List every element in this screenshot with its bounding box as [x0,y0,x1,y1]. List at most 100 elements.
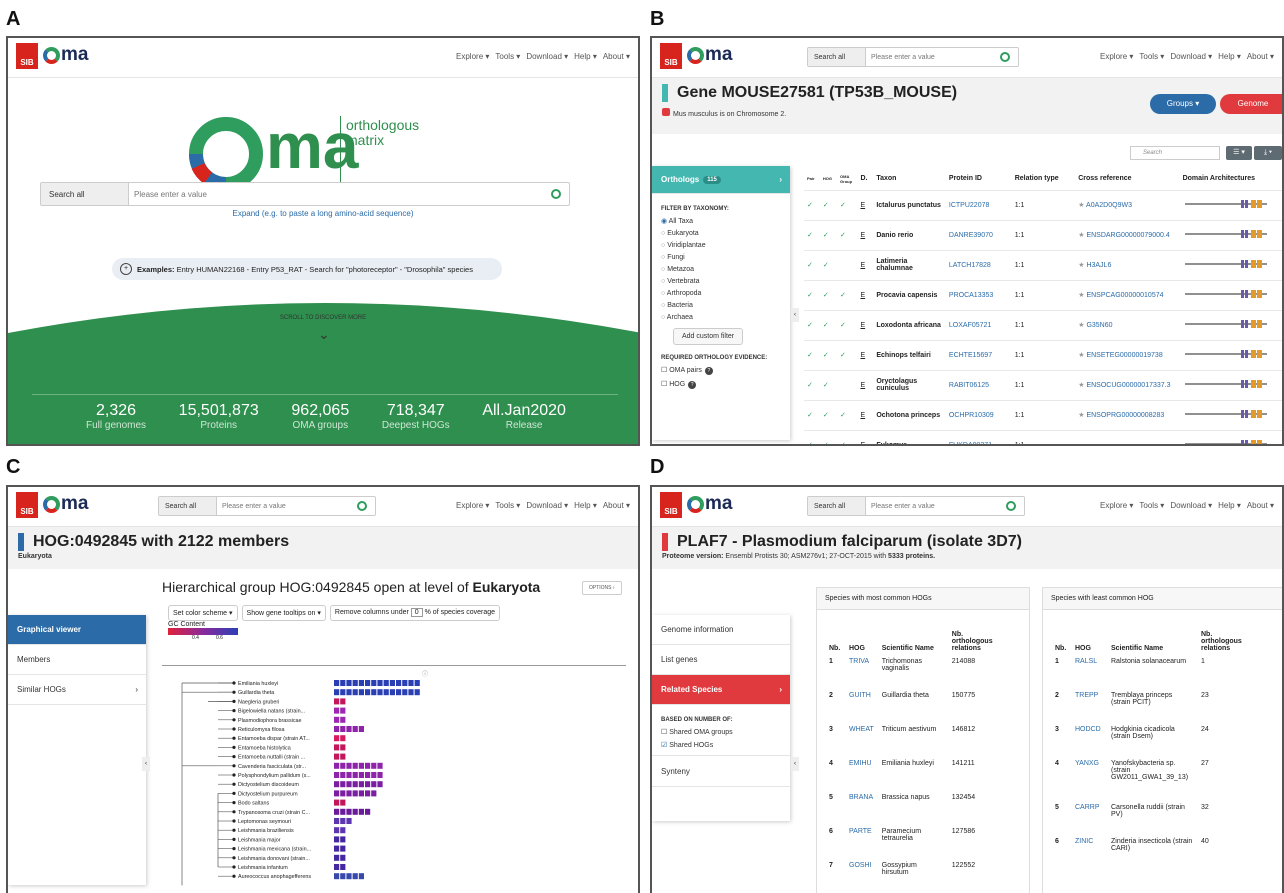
gene-box[interactable] [365,790,371,797]
gene-box[interactable] [334,845,340,852]
gene-box[interactable] [352,772,358,778]
oma-logo[interactable]: SIB ma [660,492,732,518]
nav-item-help[interactable]: Help ▾ [574,501,597,510]
protein-id-link[interactable]: FUKDA00271 [945,430,1012,444]
gene-box[interactable] [346,762,352,769]
add-custom-filter-button[interactable]: Add custom filter [673,328,744,345]
tree-leaf[interactable]: Leishmania donovani (strain... [218,854,346,862]
gene-box[interactable] [346,680,352,686]
gene-box[interactable] [334,772,340,778]
gene-box[interactable] [346,873,352,880]
gene-box[interactable] [340,827,346,834]
taxon-radio-eukaryota[interactable]: ○ Eukaryota [661,230,781,237]
examples-links[interactable]: Entry HUMAN22168 - Entry P53_RAT - Searc… [177,265,473,274]
gene-box[interactable] [383,680,389,686]
xref-link[interactable]: ENSETEG00000019738 [1086,352,1162,359]
gene-box[interactable] [371,781,377,788]
gene-box[interactable] [340,698,346,705]
xref-link[interactable]: A0A2D0Q9W3 [1086,202,1132,209]
hog-code-link[interactable]: YANXG [1071,760,1107,804]
gene-box[interactable] [334,698,340,705]
gene-box[interactable] [358,689,364,696]
hog-code-link[interactable]: RALSL [1071,658,1107,692]
gene-box[interactable] [340,845,346,852]
gene-box[interactable] [334,790,340,797]
tree-leaf[interactable]: Emiliania huxleyi [218,680,420,687]
gene-box[interactable] [358,781,364,788]
sidebar-item-related-species[interactable]: Related Species › [652,675,790,705]
nav-item-download[interactable]: Download ▾ [1170,501,1212,510]
column-header[interactable]: Domain Architectures [1179,168,1282,191]
hog-code-link[interactable]: PARTE [845,828,878,862]
gene-box[interactable] [340,873,346,880]
gene-box[interactable] [377,680,383,686]
taxon-radio-metazoa[interactable]: ○ Metazoa [661,266,781,273]
gene-box[interactable] [352,762,358,769]
gene-box[interactable] [377,772,383,778]
table-search-input[interactable]: Search [1130,146,1220,160]
gene-box[interactable] [340,726,346,732]
protein-id-link[interactable]: RABIT06125 [945,370,1012,401]
gene-box[interactable] [365,781,371,788]
gene-box[interactable] [371,772,377,778]
gene-box[interactable] [358,790,364,797]
search-mode-select[interactable]: Search all [159,497,217,515]
gene-box[interactable] [334,827,340,834]
tree-leaf[interactable]: Aureococcus anophagefferens [218,873,364,880]
shared-hogs-checkbox[interactable]: ☑ Shared HOGs [661,741,781,749]
hog-code-link[interactable]: HODCD [1071,726,1107,760]
gene-box[interactable] [334,735,340,742]
gene-box[interactable] [340,836,346,843]
nav-item-tools[interactable]: Tools ▾ [1139,501,1164,510]
column-header[interactable]: Protein ID [945,168,1012,191]
column-header[interactable]: HOG [819,168,838,191]
xref-link[interactable]: G35N60 [1086,322,1112,329]
gene-box[interactable] [346,808,352,815]
gene-box[interactable] [334,716,340,723]
gene-box[interactable] [334,799,340,806]
nav-item-download[interactable]: Download ▾ [526,501,568,510]
gene-box[interactable] [346,781,352,788]
nav-item-explore[interactable]: Explore ▾ [1100,501,1133,510]
xref-link[interactable]: ENSPCAG00000010574 [1086,292,1163,299]
gene-box[interactable] [358,680,364,686]
protein-id-link[interactable]: OCHPR10309 [945,400,1012,431]
gene-box[interactable] [340,707,346,714]
xref-link[interactable]: ENSOPRG00000008283 [1086,412,1164,419]
protein-id-link[interactable]: DANRE39070 [945,220,1012,251]
hog-code-link[interactable]: TREPP [1071,692,1107,726]
gene-box[interactable] [334,864,340,870]
expand-link[interactable]: Expand (e.g. to paste a long amino-acid … [8,209,638,218]
gene-box[interactable] [346,689,352,696]
taxon-radio-viridiplantae[interactable]: ○ Viridiplantae [661,242,781,249]
search-input[interactable]: Please enter a value [129,190,551,199]
sidebar-item-graphical-viewer[interactable]: Graphical viewer [8,615,146,645]
gene-box[interactable] [352,781,358,788]
gene-box[interactable] [396,680,402,686]
help-icon[interactable]: ? [688,381,697,389]
gene-box[interactable] [334,753,340,760]
gene-box[interactable] [371,680,377,686]
gene-box[interactable] [340,808,346,815]
tree-leaf[interactable]: Polysphondylium pallidum (s... [218,772,383,779]
hog-code-link[interactable]: EMIHU [845,760,878,794]
tree-leaf[interactable]: Cavenderia fasciculata (str... [218,762,383,770]
hog-code-link[interactable]: CARRP [1071,804,1107,838]
gene-box[interactable] [334,707,340,714]
columns-icon[interactable]: ☰ ▾ [1226,146,1252,160]
color-scheme-dropdown[interactable]: Set color scheme ▾ [168,605,238,621]
gene-box[interactable] [334,854,340,861]
sidebar-item-orthologs[interactable]: Orthologs 115 › [652,166,790,194]
column-header[interactable]: Relation type [1011,168,1076,191]
taxon-radio-fungi[interactable]: ○ Fungi [661,254,781,261]
groups-button[interactable]: Groups ▾ [1150,94,1216,114]
nav-item-tools[interactable]: Tools ▾ [1139,52,1164,61]
hog-code-link[interactable]: TRIVA [845,658,878,692]
gene-box[interactable] [334,762,340,769]
oma-logo[interactable]: SIB ma [16,43,88,69]
tree-leaf[interactable]: Leptomonas seymouri [218,818,352,825]
sidebar-item-members[interactable]: Members [8,645,146,675]
hog-code-link[interactable]: WHEAT [845,726,878,760]
gene-box[interactable] [334,836,340,843]
gene-box[interactable] [340,854,346,861]
